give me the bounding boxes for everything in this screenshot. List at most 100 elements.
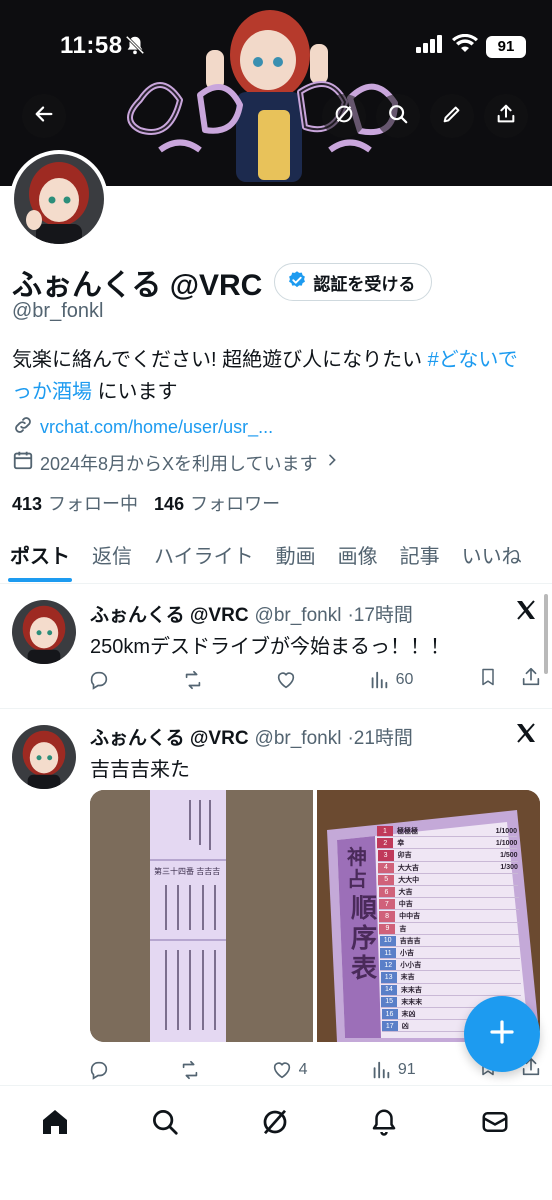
fortune-table-title-b: 順序表 — [351, 894, 378, 984]
tab-highlights[interactable]: ハイライト — [154, 534, 254, 582]
edit-button[interactable] — [430, 94, 474, 138]
views-button[interactable]: 91 — [370, 1059, 416, 1081]
fortune-table-row: 3 卯吉 1/500 — [377, 850, 518, 862]
post-author-name[interactable]: ふぉんくる @VRC — [90, 600, 249, 627]
grok-icon — [333, 103, 355, 130]
repost-button[interactable] — [181, 669, 211, 691]
reply-button[interactable] — [88, 669, 116, 691]
fortune-row-number: 3 — [377, 850, 394, 861]
following-label: フォロー中 — [48, 494, 139, 514]
post-timestamp[interactable]: ·21時間 — [347, 723, 412, 750]
post-actions: 60 — [88, 666, 542, 693]
post-avatar[interactable] — [12, 725, 76, 789]
grok-button[interactable] — [322, 94, 366, 138]
fortune-table-row: 11 小吉 — [380, 948, 520, 960]
battery-indicator: 91 — [486, 35, 526, 58]
post-text: 吉吉吉来た — [90, 759, 190, 781]
fortune-row-number: 1 — [377, 826, 393, 837]
fortune-row-number: 13 — [380, 972, 397, 983]
joined-date[interactable]: 2024年8月からXを利用しています — [12, 449, 340, 476]
repost-icon — [183, 1060, 198, 1079]
nav-messages[interactable] — [477, 1106, 513, 1142]
reply-icon — [90, 671, 108, 690]
nav-home[interactable] — [37, 1106, 73, 1142]
fortune-row-number: 10 — [379, 935, 396, 946]
fortune-row-label: 吉 — [399, 925, 407, 933]
tab-posts[interactable]: ポスト — [8, 534, 72, 582]
like-button[interactable]: 4 — [271, 1059, 308, 1081]
post-timestamp[interactable]: ·17時間 — [347, 600, 412, 627]
tab-replies[interactable]: 返信 — [92, 534, 132, 582]
fortune-row-label: 末吉 — [400, 974, 415, 982]
name-row: ふぉんくる @VRC 認証を受ける — [12, 260, 433, 304]
fortune-row-number: 17 — [381, 1021, 398, 1032]
heart-icon — [277, 671, 295, 688]
post-media[interactable]: 第三十四番 吉吉吉 神占 順序表 1 極極極 1/1000 2 幸 1/1000 3 卯吉 1/… — [90, 790, 540, 1042]
views-count: 60 — [395, 670, 414, 688]
fortune-table-row: 13 末吉 — [380, 972, 521, 984]
fortune-row-number: 6 — [378, 887, 395, 898]
fortune-row-label: 幸 — [397, 840, 405, 848]
nav-grok[interactable] — [257, 1106, 293, 1142]
fortune-row-label: 末末吉 — [400, 986, 422, 994]
repost-button[interactable] — [178, 1059, 208, 1081]
post-author-name[interactable]: ふぉんくる @VRC — [90, 723, 249, 750]
fortune-row-odds: 1/300 — [500, 864, 518, 872]
post-author-handle[interactable]: @br_fonkl — [255, 605, 342, 627]
reply-icon — [90, 1061, 108, 1080]
post-avatar[interactable] — [12, 600, 76, 664]
joined-text: 2024年8月からXを利用しています — [40, 453, 318, 474]
display-name: ふぉんくる @VRC — [12, 269, 263, 302]
followers-link[interactable]: 146 フォロワー — [154, 490, 280, 516]
website-url[interactable]: vrchat.com/home/user/usr_... — [40, 417, 273, 438]
like-button[interactable] — [275, 669, 303, 691]
share-post-button[interactable] — [520, 666, 542, 693]
tab-likes[interactable]: いいね — [462, 534, 522, 582]
post-extra-actions — [478, 666, 542, 693]
tab-articles[interactable]: 記事 — [400, 534, 440, 582]
home-icon — [39, 1106, 71, 1143]
profile-avatar[interactable] — [10, 150, 108, 248]
bookmark-icon — [482, 668, 494, 686]
tab-videos[interactable]: 動画 — [276, 534, 316, 582]
compose-post-button[interactable] — [464, 996, 540, 1072]
fortune-row-number: 16 — [381, 1009, 398, 1020]
nav-explore[interactable] — [147, 1106, 183, 1142]
fortune-row-odds: 1/500 — [500, 851, 518, 859]
profile-tabs: ポスト 返信 ハイライト 動画 画像 記事 いいね — [0, 534, 552, 584]
share-button[interactable] — [484, 94, 528, 138]
reply-button[interactable] — [88, 1059, 116, 1081]
post-author-handle[interactable]: @br_fonkl — [255, 728, 342, 750]
views-button[interactable]: 60 — [368, 669, 414, 691]
post-item[interactable]: ふぉんくる @VRC @br_fonkl ·17時間 250kmデスドライブが今… — [0, 584, 552, 706]
back-button[interactable] — [22, 94, 66, 138]
profile-bio: 気楽に絡んでください! 超絶遊び人になりたい #どないで っか酒場 にいます — [12, 344, 542, 408]
arrow-left-icon — [33, 103, 55, 130]
fortune-slip-header: 第三十四番 吉吉吉 — [154, 867, 221, 876]
get-verified-button[interactable]: 認証を受ける — [274, 263, 433, 301]
fortune-row-number: 15 — [381, 996, 398, 1007]
search-button[interactable] — [376, 94, 420, 138]
bottom-navigation — [0, 1085, 552, 1200]
fortune-row-number: 4 — [377, 862, 394, 873]
followers-label: フォロワー — [190, 494, 281, 514]
following-link[interactable]: 413 フォロー中 — [12, 490, 138, 516]
post-text: 250kmデスドライブが今始まるっ！！！ — [90, 636, 451, 658]
bookmark-button[interactable] — [478, 666, 498, 693]
media-photo-fortune-slip[interactable]: 第三十四番 吉吉吉 — [90, 790, 313, 1042]
fortune-table-row: 5 大大中 — [378, 874, 519, 886]
nav-notifications[interactable] — [366, 1106, 402, 1142]
fortune-table-row: 2 幸 1/1000 — [377, 838, 518, 850]
fortune-row-label: 中吉 — [398, 901, 413, 909]
profile-website[interactable]: vrchat.com/home/user/usr_... — [12, 414, 273, 441]
status-time: 11:58 — [60, 32, 123, 59]
fortune-row-label: 大大吉 — [397, 864, 419, 872]
fortune-row-number: 7 — [378, 899, 395, 910]
follow-stats: 413 フォロー中 146 フォロワー — [12, 490, 280, 516]
grok-icon — [260, 1107, 290, 1142]
plus-icon — [487, 1017, 517, 1052]
tab-photos[interactable]: 画像 — [338, 534, 378, 582]
fortune-table-row: 8 中中吉 — [379, 911, 520, 923]
bell-icon — [369, 1107, 399, 1142]
heart-icon — [273, 1061, 290, 1078]
